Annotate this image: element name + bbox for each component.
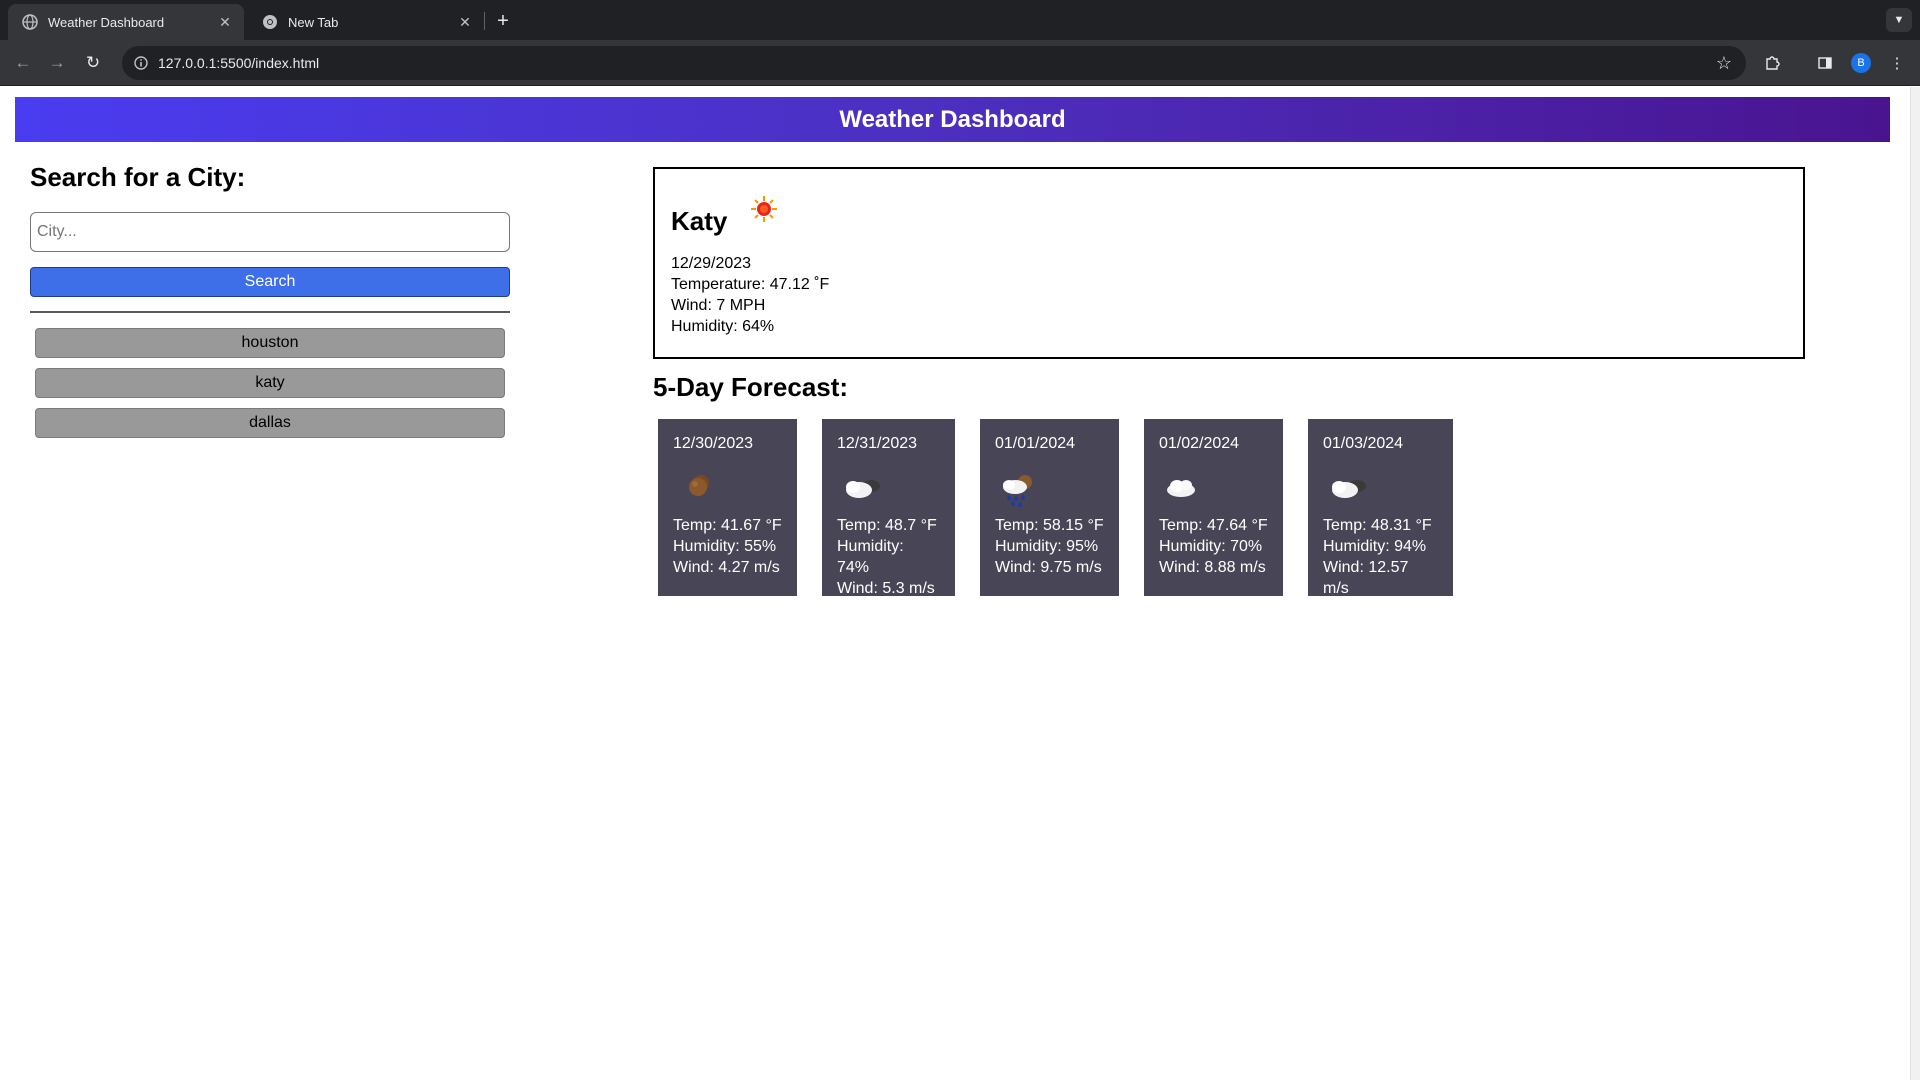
forecast-temp: Temp: 41.67 °F <box>673 517 782 534</box>
current-wind: Wind: 7 MPH <box>671 297 766 314</box>
forecast-date: 01/03/2024 <box>1323 435 1404 452</box>
url-text: 127.0.0.1:5500/index.html <box>158 55 320 71</box>
site-info-icon[interactable] <box>132 54 150 72</box>
tab-title: New Tab <box>288 14 339 30</box>
forecast-card: 01/03/2024 Temp: 48.31 °F Humidity: 94% … <box>1308 419 1453 597</box>
forecast-humidity: Humidity: 55% <box>673 538 777 555</box>
forecast-wind: Wind: 4.27 m/s <box>673 559 780 576</box>
close-tab-icon[interactable]: ✕ <box>216 13 234 31</box>
tab-title: Weather Dashboard <box>48 14 165 30</box>
search-history-list: houston katy dallas <box>35 328 505 448</box>
profile-avatar[interactable]: B <box>1851 53 1871 73</box>
side-panel-icon[interactable] <box>1814 52 1836 74</box>
globe-icon <box>22 14 38 30</box>
forecast-card: 12/31/2023 Temp: 48.7 °F Humidity: 74% W… <box>822 419 955 597</box>
forecast-wind: Wind: 5.3 m/s <box>837 580 935 597</box>
forecast-card: 12/30/2023 Temp: 41.67 °F Humidity: 55% … <box>658 419 797 596</box>
current-city-name: Katy <box>671 206 728 236</box>
history-button-dallas[interactable]: dallas <box>35 408 505 438</box>
chrome-icon <box>262 14 278 30</box>
night-cloud-icon <box>837 462 887 512</box>
back-arrow-icon[interactable]: ← <box>10 50 36 76</box>
kebab-menu-icon[interactable]: ⋮ <box>1886 52 1908 74</box>
search-heading: Search for a City: <box>30 162 246 192</box>
page-header: Weather Dashboard <box>15 97 1890 142</box>
forecast-wind: Wind: 12.57 m/s <box>1323 559 1409 597</box>
forecast-date: 12/30/2023 <box>673 435 754 452</box>
sun-icon <box>749 194 779 224</box>
history-button-houston[interactable]: houston <box>35 328 505 358</box>
forecast-wind: Wind: 9.75 m/s <box>995 559 1102 576</box>
search-button[interactable]: Search <box>30 267 510 297</box>
forecast-date: 12/31/2023 <box>837 435 918 452</box>
forecast-humidity: Humidity: 95% <box>995 538 1099 555</box>
forecast-date: 01/02/2024 <box>1159 435 1240 452</box>
forecast-card: 01/01/2024 Temp: 58.15 °F Humidity: 95% … <box>980 419 1119 596</box>
cloud-icon <box>1159 462 1209 512</box>
tab-divider <box>484 12 485 30</box>
page-scrollbar[interactable] <box>1910 87 1920 1080</box>
sidebar-divider <box>30 311 510 313</box>
page-body: Weather Dashboard Search for a City: Sea… <box>0 87 1920 1080</box>
forecast-humidity: Humidity: 94% <box>1323 538 1427 555</box>
search-sidebar: Search for a City: Search houston katy d… <box>30 162 510 438</box>
history-button-katy[interactable]: katy <box>35 368 505 398</box>
forecast-humidity: Humidity: 70% <box>1159 538 1263 555</box>
tab-weather-dashboard[interactable]: Weather Dashboard ✕ <box>8 4 244 40</box>
page-title: Weather Dashboard <box>839 105 1066 133</box>
current-details: 12/29/2023 Temperature: 47.12 ˚F Wind: 7… <box>671 253 829 337</box>
forecast-temp: Temp: 47.64 °F <box>1159 517 1268 534</box>
chevron-down-icon[interactable]: ▼ <box>1886 8 1912 32</box>
extensions-puzzle-icon[interactable] <box>1761 52 1783 74</box>
forecast-temp: Temp: 58.15 °F <box>995 517 1104 534</box>
new-tab-plus-icon[interactable]: + <box>490 8 516 34</box>
forecast-date: 01/01/2024 <box>995 435 1076 452</box>
address-bar[interactable]: 127.0.0.1:5500/index.html ☆ <box>122 46 1746 80</box>
current-humidity: Humidity: 64% <box>671 318 775 335</box>
forecast-card: 01/02/2024 Temp: 47.64 °F Humidity: 70% … <box>1144 419 1283 596</box>
tab-new-tab[interactable]: New Tab ✕ <box>248 4 484 40</box>
current-date: 12/29/2023 <box>671 255 752 272</box>
reload-icon[interactable]: ↻ <box>80 50 106 76</box>
city-search-input[interactable] <box>30 212 510 252</box>
forward-arrow-icon[interactable]: → <box>44 50 70 76</box>
forecast-temp: Temp: 48.31 °F <box>1323 517 1432 534</box>
forecast-humidity: Humidity: 74% <box>837 538 904 576</box>
forecast-temp: Temp: 48.7 °F <box>837 517 937 534</box>
close-tab-icon[interactable]: ✕ <box>456 13 474 31</box>
browser-tabstrip: Weather Dashboard ✕ New Tab ✕ + ▼ <box>0 0 1920 40</box>
current-temperature: Temperature: 47.12 ˚F <box>671 276 830 293</box>
current-weather-card: Katy 12/29/2023 Temperature: 47.12 ˚F Wi… <box>653 167 1805 359</box>
forecast-heading: 5-Day Forecast: <box>653 372 849 402</box>
forecast-wind: Wind: 8.88 m/s <box>1159 559 1266 576</box>
rain-cloud-icon <box>995 462 1045 512</box>
moon-icon <box>673 462 723 512</box>
browser-toolbar: ← → ↻ 127.0.0.1:5500/index.html ☆ ⋮ <box>0 40 1920 86</box>
night-cloud-icon <box>1323 462 1373 512</box>
bookmark-star-icon[interactable]: ☆ <box>1716 53 1732 74</box>
